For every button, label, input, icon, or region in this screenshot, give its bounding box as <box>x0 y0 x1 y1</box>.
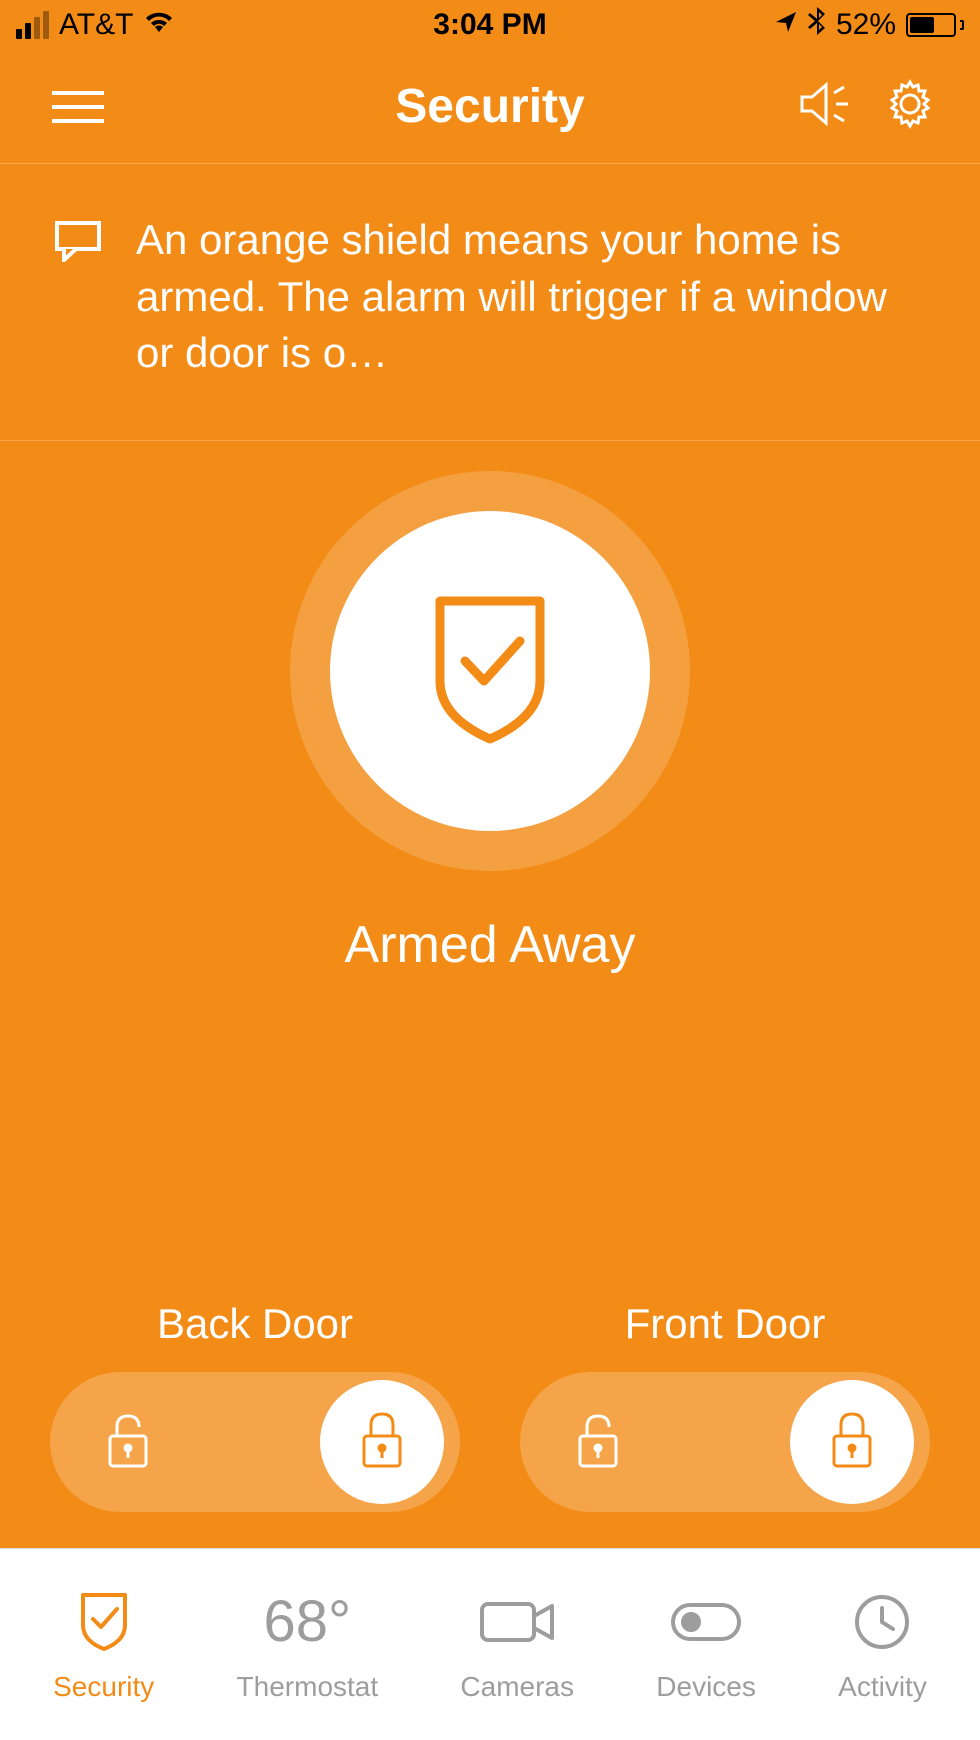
main-area: Armed Away Back Door <box>0 441 980 1548</box>
locks-row: Back Door <box>0 1300 980 1512</box>
lock-option[interactable] <box>320 1380 444 1504</box>
info-text: An orange shield means your home is arme… <box>136 212 926 382</box>
tab-thermostat[interactable]: 68° Thermostat <box>237 1587 379 1703</box>
camera-icon <box>478 1587 556 1657</box>
unlock-option[interactable] <box>66 1380 190 1504</box>
tab-label: Devices <box>656 1671 756 1703</box>
tab-bar: Security 68° Thermostat Cameras Devices <box>0 1548 980 1740</box>
battery-percent: 52% <box>836 8 896 42</box>
lock-toggle-front-door[interactable] <box>520 1372 930 1512</box>
unlock-icon <box>574 1410 622 1475</box>
carrier-label: AT&T <box>59 8 133 42</box>
lock-label: Back Door <box>157 1300 353 1348</box>
unlock-option[interactable] <box>536 1380 660 1504</box>
menu-button[interactable] <box>52 91 104 123</box>
arm-status-button[interactable] <box>290 471 690 871</box>
tab-security[interactable]: Security <box>53 1587 154 1703</box>
chat-icon <box>54 212 102 267</box>
shield-icon <box>77 1587 131 1657</box>
tab-label: Thermostat <box>237 1671 379 1703</box>
wifi-icon <box>143 8 175 42</box>
tab-label: Activity <box>838 1671 927 1703</box>
thermostat-temp-icon: 68° <box>263 1587 351 1657</box>
tab-activity[interactable]: Activity <box>838 1587 927 1703</box>
page-title: Security <box>395 79 584 134</box>
toggle-icon <box>669 1587 743 1657</box>
signal-icon <box>16 11 49 39</box>
lock-front-door: Front Door <box>520 1300 930 1512</box>
lock-option[interactable] <box>790 1380 914 1504</box>
lock-icon <box>357 1408 407 1477</box>
lock-back-door: Back Door <box>50 1300 460 1512</box>
sound-icon[interactable] <box>798 79 854 134</box>
unlock-icon <box>104 1410 152 1475</box>
arm-status-label: Armed Away <box>345 915 636 975</box>
tab-label: Security <box>53 1671 154 1703</box>
lock-label: Front Door <box>625 1300 826 1348</box>
gear-icon[interactable] <box>884 78 936 135</box>
battery-icon <box>906 13 964 37</box>
clock-icon <box>853 1587 911 1657</box>
info-banner[interactable]: An orange shield means your home is arme… <box>0 164 980 441</box>
status-bar: AT&T 3:04 PM 52% <box>0 0 980 50</box>
tab-cameras[interactable]: Cameras <box>460 1587 574 1703</box>
location-icon <box>774 8 798 42</box>
tab-label: Cameras <box>460 1671 574 1703</box>
clock: 3:04 PM <box>433 8 546 42</box>
app-header: Security <box>0 50 980 164</box>
lock-icon <box>827 1408 877 1477</box>
tab-devices[interactable]: Devices <box>656 1587 756 1703</box>
lock-toggle-back-door[interactable] <box>50 1372 460 1512</box>
thermostat-temp-value: 68° <box>263 1593 351 1651</box>
bluetooth-icon <box>808 6 826 44</box>
shield-check-icon <box>420 589 560 754</box>
